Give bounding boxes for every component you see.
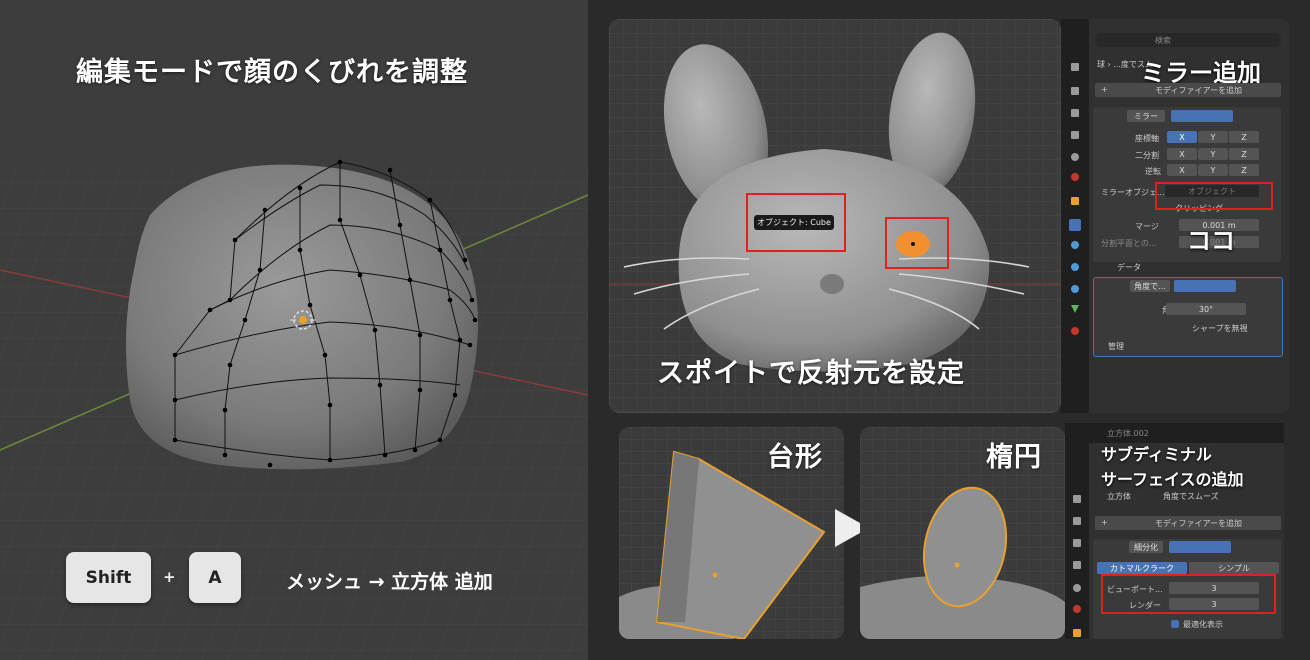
add-modifier-label: モディファイアーを追加 (1155, 519, 1242, 528)
subsurf-heading-line1: サブディミナル (1101, 445, 1212, 464)
bisect-distance-label: 分割平面との... (1101, 239, 1157, 248)
edit-mode-viewport[interactable]: 編集モードで顔のくびれを調整 Shift + A メッシュ → 立方体 追加 (0, 0, 588, 660)
outliner-item-label: 立方体.002 (1107, 429, 1149, 438)
angle-field[interactable]: 30° (1166, 303, 1246, 315)
smooth-modifier-name[interactable]: 角度で... (1130, 280, 1170, 292)
merge-label: マージ (1135, 222, 1159, 231)
smooth-modifier-card: 角度で... 角度 30° シャープを無視 管理 (1093, 277, 1283, 357)
properties-tab-icons (1069, 63, 1081, 335)
ignore-sharp-label[interactable]: シャープを無視 (1192, 323, 1248, 334)
mirror-display-toggles[interactable] (1171, 110, 1233, 122)
data-subpanel[interactable]: データ (1117, 262, 1141, 273)
bisect-label: 二分割 (1135, 151, 1159, 160)
shift-key: Shift (66, 552, 151, 603)
flip-label: 逆転 (1145, 167, 1161, 176)
bisect-y-button[interactable]: Y (1198, 148, 1228, 160)
axis-label: 座標軸 (1135, 134, 1159, 143)
axis-x-button[interactable]: X (1167, 131, 1197, 143)
properties-search[interactable]: 検索 (1095, 33, 1281, 47)
search-placeholder: 検索 (1155, 36, 1171, 45)
optimal-display-label: 最適化表示 (1183, 620, 1223, 629)
subsurf-breadcrumb-object: 立方体 (1107, 492, 1131, 501)
properties-tab-bar (1065, 443, 1089, 639)
mirror-viewport[interactable]: オブジェクト: Cube スポイトで反射元を設定 (609, 19, 1061, 413)
subsurf-display-toggles[interactable] (1169, 541, 1231, 553)
flip-x-button[interactable]: X (1167, 164, 1197, 176)
mirror-properties-panel: 検索 球 › ...度でスム... ミラー追加 + モディファイアーを追加 ミラ… (1061, 19, 1289, 413)
axis-y-button[interactable]: Y (1198, 131, 1228, 143)
subsurf-heading-line2: サーフェイスの追加 (1101, 470, 1244, 489)
mirror-modifier-name[interactable]: ミラー (1127, 110, 1165, 122)
add-modifier-button[interactable]: + モディファイアーを追加 (1095, 516, 1281, 530)
add-modifier-label: モディファイアーを追加 (1155, 86, 1242, 95)
a-key: A (189, 552, 241, 603)
object-tooltip: オブジェクト: Cube (754, 215, 834, 230)
smooth-display-toggles[interactable] (1174, 280, 1236, 292)
bisect-x-button[interactable]: X (1167, 148, 1197, 160)
eyedropper-caption: スポイトで反射元を設定 (657, 358, 965, 389)
ellipse-viewport[interactable]: 楕円 (860, 427, 1065, 639)
mirror-object-highlight (1155, 182, 1273, 210)
eye-highlight (885, 217, 949, 269)
trapezoid-viewport[interactable]: 台形 (619, 427, 844, 639)
here-label: ココ (1187, 227, 1235, 255)
manage-subpanel[interactable]: 管理 (1108, 341, 1124, 352)
nose (820, 274, 844, 294)
add-modifier-button[interactable]: + モディファイアーを追加 (1095, 83, 1281, 97)
outliner-strip: 立方体.002 (1065, 423, 1284, 443)
bisect-z-button[interactable]: Z (1229, 148, 1259, 160)
optimal-display-checkbox[interactable] (1171, 620, 1179, 628)
catmull-clark-tab[interactable]: カトマルクラーク (1097, 562, 1187, 574)
simple-tab[interactable]: シンプル (1189, 562, 1279, 574)
subsurf-properties-panel: 立方体.002 サブディミナル サーフェイスの追加 立方体 角度でスムーズ + … (1065, 423, 1284, 639)
plus-sign: + (163, 568, 176, 586)
axis-z-button[interactable]: Z (1229, 131, 1259, 143)
subsurf-breadcrumb-modifier: 角度でスムーズ (1163, 492, 1219, 501)
levels-highlight (1101, 574, 1276, 614)
properties-tab-icons (1073, 495, 1081, 637)
ellipse-label: 楕円 (986, 442, 1042, 473)
edit-mode-title: 編集モードで顔のくびれを調整 (76, 57, 468, 88)
flip-z-button[interactable]: Z (1229, 164, 1259, 176)
flip-y-button[interactable]: Y (1198, 164, 1228, 176)
properties-tab-bar (1061, 19, 1089, 413)
add-cube-command: メッシュ → 立方体 追加 (286, 571, 493, 593)
subsurf-modifier-name[interactable]: 細分化 (1129, 541, 1163, 553)
trapezoid-label: 台形 (767, 442, 823, 473)
